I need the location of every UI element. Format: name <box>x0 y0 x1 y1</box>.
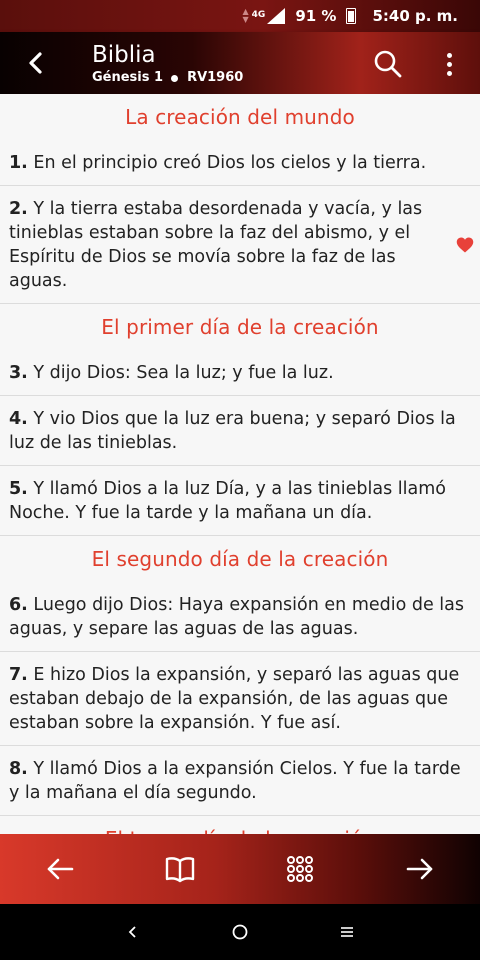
next-chapter-button[interactable] <box>390 839 450 899</box>
network-type: 4G <box>251 10 266 20</box>
verse-item[interactable]: 2. Y la tierra estaba desordenada y vací… <box>0 185 480 303</box>
verse-item[interactable]: 6. Luego dijo Dios: Haya expansión en me… <box>0 582 480 651</box>
verse-number: 7. <box>9 665 28 685</box>
section-title: La creación del mundo <box>125 105 355 129</box>
book-icon <box>165 857 195 883</box>
verse-text: Y llamó Dios a la expansión Cielos. Y fu… <box>9 759 461 803</box>
arrow-right-icon <box>406 858 433 880</box>
verse-text: Y dijo Dios: Sea la luz; y fue la luz. <box>27 363 334 383</box>
grid-icon <box>287 856 313 882</box>
search-icon <box>374 50 402 78</box>
arrow-left-icon <box>47 858 74 880</box>
system-recents-button[interactable] <box>327 912 367 952</box>
verse-text: Luego dijo Dios: Haya expansión en medio… <box>9 595 465 639</box>
verse-item[interactable]: 1. En el principio creó Dios los cielos … <box>0 140 480 185</box>
app-title: Biblia <box>92 42 156 68</box>
verse-number: 2. <box>9 199 28 219</box>
verse-text: Y vio Dios que la luz era buena; y separ… <box>9 409 456 453</box>
verses-grid-button[interactable] <box>270 839 330 899</box>
verse-number: 4. <box>9 409 28 429</box>
chapter-label: Génesis 1 <box>92 70 164 85</box>
verse-number: 6. <box>9 595 28 615</box>
arrow-left-icon <box>29 52 42 74</box>
chevron-left-icon <box>129 926 136 938</box>
data-arrows-icon: ▲ ▼ <box>242 7 249 24</box>
status-bar: ▲ ▼ 4G 91 % 5:40 p. m. <box>0 0 480 32</box>
more-vertical-icon <box>446 52 452 58</box>
search-button[interactable] <box>372 48 404 80</box>
verse-number: 1. <box>9 153 28 173</box>
signal-icon <box>267 8 286 24</box>
bottom-navigation <box>0 834 480 904</box>
verse-item[interactable]: 3. Y dijo Dios: Sea la luz; y fue la luz… <box>0 350 480 395</box>
verse-number: 5. <box>9 479 28 499</box>
battery-indicator <box>346 8 357 24</box>
verse-number: 8. <box>9 759 28 779</box>
more-options-button[interactable] <box>436 48 462 80</box>
verse-item[interactable]: 8. Y llamó Dios a la expansión Cielos. Y… <box>0 745 480 815</box>
section-title: El tercer día de la creación <box>0 816 480 834</box>
system-navigation-bar <box>0 904 480 960</box>
section-title: El segundo día de la creación <box>91 547 389 571</box>
verse-text: Y llamó Dios a la luz Día, y a las tinie… <box>9 479 446 523</box>
back-button[interactable] <box>18 46 54 80</box>
verse-item[interactable]: 4. Y vio Dios que la luz era buena; y se… <box>0 395 480 465</box>
version-label: RV1960 <box>187 70 244 85</box>
verse-item[interactable]: 7. E hizo Dios la expansión, y separó la… <box>0 651 480 745</box>
network-indicator: ▲ ▼ 4G <box>243 8 286 24</box>
section-title: El primer día de la creación <box>101 315 379 339</box>
system-back-button[interactable] <box>113 912 153 952</box>
battery-icon <box>346 8 357 24</box>
heart-icon[interactable] <box>456 236 474 254</box>
system-home-button[interactable] <box>220 912 260 952</box>
separator-dot <box>171 74 179 82</box>
previous-chapter-button[interactable] <box>30 839 90 899</box>
title-block: Biblia Génesis 1 RV1960 <box>92 41 243 87</box>
verse-text: En el principio creó Dios los cielos y l… <box>27 153 427 173</box>
app-bar: Biblia Génesis 1 RV1960 <box>0 32 480 94</box>
verse-text: E hizo Dios la expansión, y separó las a… <box>9 665 460 733</box>
verse-text: Y la tierra estaba desordenada y vacía, … <box>9 199 423 291</box>
clock: 5:40 p. m. <box>372 7 458 25</box>
home-circle-icon <box>232 924 248 940</box>
books-button[interactable] <box>150 839 210 899</box>
verse-number: 3. <box>9 363 28 383</box>
chapter-content[interactable]: La creación del mundo 1. En el principio … <box>0 94 480 834</box>
menu-lines-icon <box>340 927 353 937</box>
chapter-selector[interactable]: Génesis 1 RV1960 <box>92 69 243 87</box>
battery-percent: 91 % <box>295 7 337 25</box>
verse-item[interactable]: 5. Y llamó Dios a la luz Día, y a las ti… <box>0 465 480 535</box>
